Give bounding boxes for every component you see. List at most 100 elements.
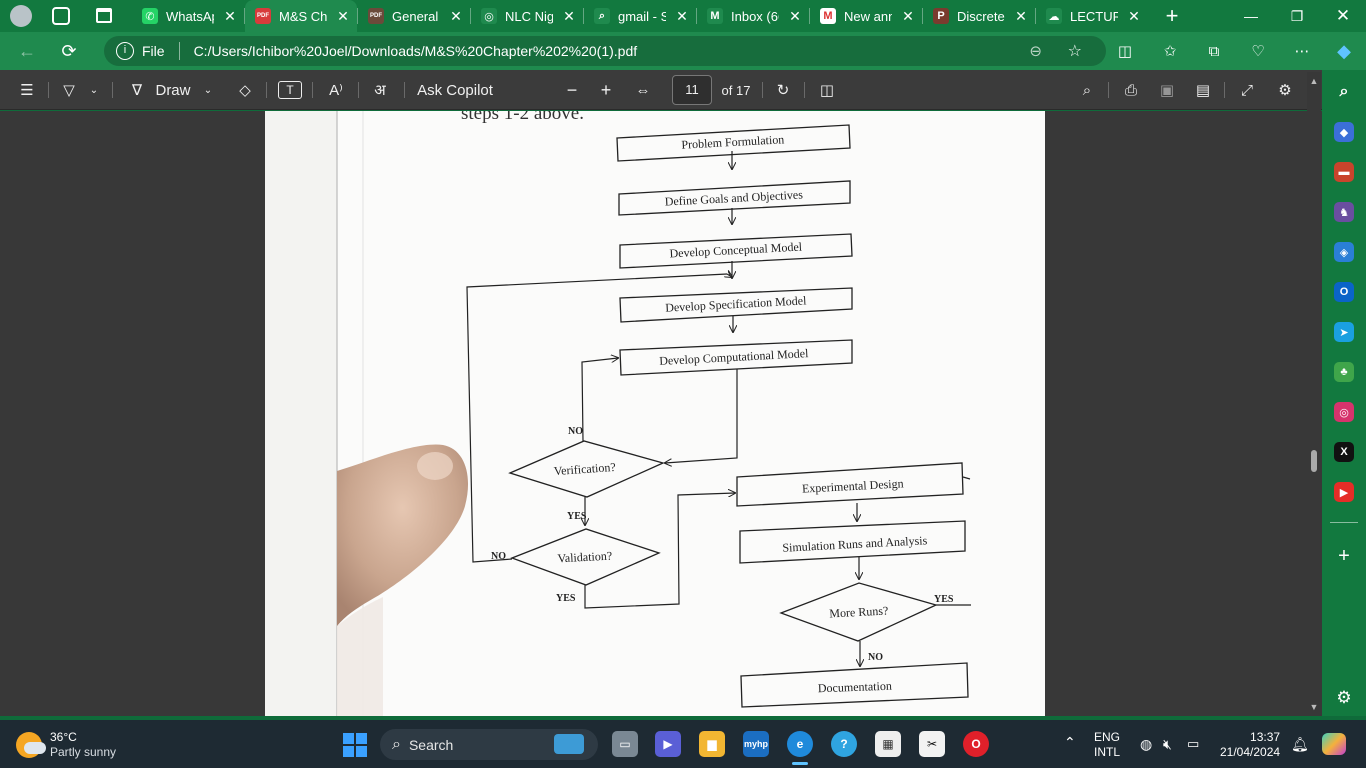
restore-button[interactable]: ❐	[1274, 0, 1320, 32]
url-text[interactable]: C:/Users/Ichibor%20Joel/Downloads/M&S%20…	[194, 43, 638, 59]
instagram-icon[interactable]: ◎	[1334, 402, 1354, 422]
contents-icon[interactable]: ☰	[16, 78, 38, 102]
close-tab-icon[interactable]: ✕	[674, 8, 690, 25]
close-tab-icon[interactable]: ✕	[335, 8, 351, 25]
browser-tab[interactable]: PDF General I ✕	[358, 0, 470, 32]
more-runs-no-label: NO	[868, 652, 883, 663]
split-screen-icon[interactable]: ◫	[1113, 40, 1137, 62]
edge-icon[interactable]: e	[787, 731, 813, 757]
browser-tab[interactable]: ✆ WhatsAp ✕	[132, 0, 244, 32]
ask-copilot-button[interactable]: Ask Copilot	[414, 78, 496, 102]
x-icon[interactable]: X	[1334, 442, 1354, 462]
eraser-icon[interactable]: ◇	[234, 78, 256, 102]
text-box-icon[interactable]: T	[278, 81, 302, 99]
browser-tab[interactable]: M Inbox (66 ✕	[697, 0, 809, 32]
favorite-star-icon[interactable]: ☆	[1068, 41, 1082, 61]
send-icon[interactable]: ➤	[1334, 322, 1354, 342]
store-icon[interactable]: ▦	[875, 731, 901, 757]
translate-icon[interactable]: अ	[368, 78, 392, 102]
performance-icon[interactable]: ♡	[1246, 40, 1270, 62]
sidebar-settings-icon[interactable]: ⚙	[1334, 688, 1354, 708]
close-tab-icon[interactable]: ✕	[900, 8, 916, 25]
capcut-icon[interactable]: ✂	[919, 731, 945, 757]
close-tab-icon[interactable]: ✕	[1126, 8, 1142, 25]
scrollbar-thumb[interactable]	[1311, 450, 1317, 472]
scroll-up-arrow[interactable]: ▲	[1309, 76, 1319, 86]
battery-icon[interactable]: ▭	[1187, 736, 1199, 752]
meet-icon[interactable]: ▶	[655, 731, 681, 757]
read-aloud-icon[interactable]: A⁾	[324, 78, 348, 102]
draw-button[interactable]: Draw	[152, 78, 194, 102]
search-icon[interactable]: ⌕	[1334, 82, 1354, 102]
close-tab-icon[interactable]: ✕	[222, 8, 238, 25]
games-icon[interactable]: ♞	[1334, 202, 1354, 222]
tree-icon[interactable]: ♣	[1334, 362, 1354, 382]
close-window-button[interactable]: ✕	[1320, 0, 1366, 32]
browser-tab[interactable]: ⌕ gmail - S ✕	[584, 0, 696, 32]
scroll-down-arrow[interactable]: ▼	[1309, 702, 1319, 712]
tab-actions-icon[interactable]	[96, 8, 112, 23]
browser-tab[interactable]: ◎ NLC Nige ✕	[471, 0, 583, 32]
save-icon[interactable]: ▣	[1156, 78, 1178, 102]
minimize-button[interactable]: —	[1228, 0, 1274, 32]
zoom-icon[interactable]: ⊖	[1029, 42, 1042, 60]
zoom-in-button[interactable]: +	[596, 78, 616, 102]
favorites-icon[interactable]: ✩	[1158, 40, 1182, 62]
close-tab-icon[interactable]: ✕	[561, 8, 577, 25]
speaker-muted-icon[interactable]: 🔇︎	[1163, 736, 1172, 753]
network-icon[interactable]: ◍	[1140, 736, 1152, 753]
close-tab-icon[interactable]: ✕	[448, 8, 464, 25]
copilot-taskbar-icon[interactable]	[1322, 733, 1346, 755]
back-button[interactable]: ←	[12, 36, 42, 66]
myhp-icon[interactable]: myhp	[743, 731, 769, 757]
close-tab-icon[interactable]: ✕	[787, 8, 803, 25]
add-app-icon[interactable]: +	[1334, 545, 1354, 567]
taskbar-search[interactable]: ⌕ Search	[380, 729, 598, 760]
language-indicator[interactable]: ENG INTL	[1094, 730, 1120, 760]
notification-bell-icon[interactable]: 🔔︎	[1291, 736, 1309, 753]
browser-tab[interactable]: ☁ LECTURE ✕	[1036, 0, 1148, 32]
draw-icon[interactable]: ∇	[126, 78, 148, 102]
fullscreen-icon[interactable]: ⤢	[1236, 78, 1258, 102]
browser-tab[interactable]: P Discrete ✕	[923, 0, 1035, 32]
profile-avatar[interactable]	[10, 5, 32, 27]
workspaces-icon[interactable]	[52, 7, 70, 25]
refresh-button[interactable]: ⟳	[54, 36, 84, 66]
page-number-input[interactable]: 11	[672, 75, 712, 105]
close-tab-icon[interactable]: ✕	[1013, 8, 1029, 25]
fit-to-width-icon[interactable]: ⇔	[632, 78, 654, 102]
collections-icon[interactable]: ⧉	[1202, 40, 1226, 62]
browser-tab[interactable]: M New ann ✕	[810, 0, 922, 32]
address-bar[interactable]: i File C:/Users/Ichibor%20Joel/Downloads…	[104, 36, 1106, 66]
print-icon[interactable]: ⎙	[1120, 78, 1142, 102]
start-button[interactable]	[343, 733, 367, 757]
vertical-scrollbar[interactable]: ▲ ▼	[1307, 72, 1321, 716]
tray-overflow-icon[interactable]: ⌃	[1064, 734, 1076, 751]
weather-widget[interactable]: 36°C Partly sunny	[16, 730, 116, 760]
zoom-out-button[interactable]: −	[562, 78, 582, 102]
highlight-icon[interactable]: ▽	[58, 78, 80, 102]
browser-tab[interactable]: PDF M&S Cha ✕	[245, 0, 357, 32]
tools-icon[interactable]: ▬	[1334, 162, 1354, 182]
outlook-icon[interactable]: O	[1334, 282, 1354, 302]
chevron-down-icon[interactable]: ⌄	[86, 78, 102, 102]
site-info-icon[interactable]: i	[116, 42, 134, 60]
shopping-tag-icon[interactable]: ◆	[1334, 122, 1354, 142]
page-view-icon[interactable]: ◫	[816, 78, 838, 102]
copilot-app-icon[interactable]: ◈	[1334, 242, 1354, 262]
opera-icon[interactable]: O	[963, 731, 989, 757]
settings-icon[interactable]: ⚙	[1274, 78, 1296, 102]
new-tab-button[interactable]: +	[1158, 0, 1186, 32]
file-explorer-icon[interactable]: ▆	[699, 731, 725, 757]
save-as-icon[interactable]: ▤	[1192, 78, 1214, 102]
help-icon[interactable]: ?	[831, 731, 857, 757]
rotate-icon[interactable]: ↻	[772, 78, 794, 102]
pdf-page: steps 1-2 above. Problem Formulation Def…	[265, 111, 1045, 716]
find-icon[interactable]: ⌕	[1076, 78, 1098, 102]
copilot-icon[interactable]: ◆	[1332, 40, 1356, 62]
chevron-down-icon[interactable]: ⌄	[200, 78, 216, 102]
youtube-icon[interactable]: ▶	[1334, 482, 1354, 502]
more-menu-icon[interactable]: ⋯	[1290, 40, 1314, 62]
clock[interactable]: 13:37 21/04/2024	[1220, 730, 1280, 760]
task-view-icon[interactable]: ▭	[612, 731, 638, 757]
